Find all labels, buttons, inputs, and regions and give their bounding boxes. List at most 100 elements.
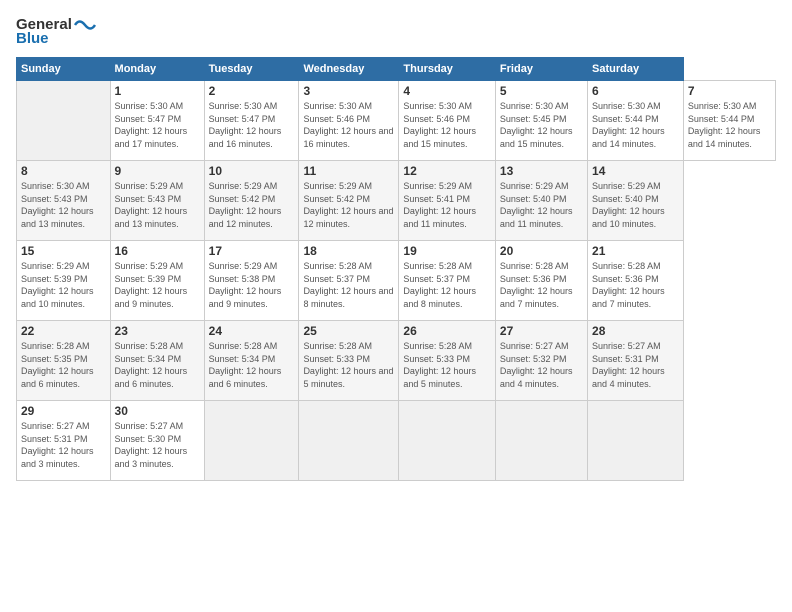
- table-cell: 1 Sunrise: 5:30 AMSunset: 5:47 PMDayligh…: [110, 81, 204, 161]
- table-cell: [588, 401, 684, 481]
- table-cell: 26 Sunrise: 5:28 AMSunset: 5:33 PMDaylig…: [399, 321, 496, 401]
- day-info: Sunrise: 5:29 AMSunset: 5:39 PMDaylight:…: [115, 261, 188, 309]
- col-thursday: Thursday: [399, 58, 496, 81]
- table-cell: [17, 81, 111, 161]
- col-saturday: Saturday: [588, 58, 684, 81]
- day-info: Sunrise: 5:28 AMSunset: 5:33 PMDaylight:…: [403, 341, 476, 389]
- day-info: Sunrise: 5:28 AMSunset: 5:36 PMDaylight:…: [592, 261, 665, 309]
- table-cell: 2 Sunrise: 5:30 AMSunset: 5:47 PMDayligh…: [204, 81, 299, 161]
- table-cell: 10 Sunrise: 5:29 AMSunset: 5:42 PMDaylig…: [204, 161, 299, 241]
- table-cell: [399, 401, 496, 481]
- day-info: Sunrise: 5:28 AMSunset: 5:37 PMDaylight:…: [403, 261, 476, 309]
- table-cell: 12 Sunrise: 5:29 AMSunset: 5:41 PMDaylig…: [399, 161, 496, 241]
- day-info: Sunrise: 5:30 AMSunset: 5:44 PMDaylight:…: [592, 101, 665, 149]
- day-number: 10: [209, 164, 295, 178]
- day-number: 8: [21, 164, 106, 178]
- day-number: 3: [303, 84, 394, 98]
- day-number: 6: [592, 84, 679, 98]
- day-number: 29: [21, 404, 106, 418]
- col-monday: Monday: [110, 58, 204, 81]
- day-info: Sunrise: 5:30 AMSunset: 5:47 PMDaylight:…: [115, 101, 188, 149]
- table-cell: 29 Sunrise: 5:27 AMSunset: 5:31 PMDaylig…: [17, 401, 111, 481]
- day-info: Sunrise: 5:29 AMSunset: 5:40 PMDaylight:…: [592, 181, 665, 229]
- day-number: 27: [500, 324, 583, 338]
- day-number: 7: [688, 84, 771, 98]
- day-info: Sunrise: 5:29 AMSunset: 5:40 PMDaylight:…: [500, 181, 573, 229]
- day-info: Sunrise: 5:30 AMSunset: 5:44 PMDaylight:…: [688, 101, 761, 149]
- day-info: Sunrise: 5:30 AMSunset: 5:46 PMDaylight:…: [303, 101, 393, 149]
- day-info: Sunrise: 5:28 AMSunset: 5:37 PMDaylight:…: [303, 261, 393, 309]
- day-number: 4: [403, 84, 491, 98]
- table-cell: 18 Sunrise: 5:28 AMSunset: 5:37 PMDaylig…: [299, 241, 399, 321]
- day-info: Sunrise: 5:29 AMSunset: 5:42 PMDaylight:…: [303, 181, 393, 229]
- day-number: 19: [403, 244, 491, 258]
- day-info: Sunrise: 5:30 AMSunset: 5:46 PMDaylight:…: [403, 101, 476, 149]
- col-wednesday: Wednesday: [299, 58, 399, 81]
- day-info: Sunrise: 5:29 AMSunset: 5:43 PMDaylight:…: [115, 181, 188, 229]
- table-cell: 22 Sunrise: 5:28 AMSunset: 5:35 PMDaylig…: [17, 321, 111, 401]
- calendar-table: Sunday Monday Tuesday Wednesday Thursday…: [16, 57, 776, 481]
- table-cell: 30 Sunrise: 5:27 AMSunset: 5:30 PMDaylig…: [110, 401, 204, 481]
- day-number: 12: [403, 164, 491, 178]
- day-number: 22: [21, 324, 106, 338]
- table-cell: 21 Sunrise: 5:28 AMSunset: 5:36 PMDaylig…: [588, 241, 684, 321]
- table-cell: 14 Sunrise: 5:29 AMSunset: 5:40 PMDaylig…: [588, 161, 684, 241]
- day-info: Sunrise: 5:29 AMSunset: 5:42 PMDaylight:…: [209, 181, 282, 229]
- day-number: 18: [303, 244, 394, 258]
- table-cell: 4 Sunrise: 5:30 AMSunset: 5:46 PMDayligh…: [399, 81, 496, 161]
- day-number: 30: [115, 404, 200, 418]
- table-cell: [299, 401, 399, 481]
- logo: General Blue: [16, 16, 96, 47]
- day-info: Sunrise: 5:29 AMSunset: 5:38 PMDaylight:…: [209, 261, 282, 309]
- day-info: Sunrise: 5:27 AMSunset: 5:30 PMDaylight:…: [115, 421, 188, 469]
- table-cell: 6 Sunrise: 5:30 AMSunset: 5:44 PMDayligh…: [588, 81, 684, 161]
- table-cell: 3 Sunrise: 5:30 AMSunset: 5:46 PMDayligh…: [299, 81, 399, 161]
- day-number: 15: [21, 244, 106, 258]
- day-info: Sunrise: 5:29 AMSunset: 5:39 PMDaylight:…: [21, 261, 94, 309]
- table-cell: 9 Sunrise: 5:29 AMSunset: 5:43 PMDayligh…: [110, 161, 204, 241]
- table-cell: 13 Sunrise: 5:29 AMSunset: 5:40 PMDaylig…: [495, 161, 587, 241]
- table-cell: [204, 401, 299, 481]
- table-cell: 25 Sunrise: 5:28 AMSunset: 5:33 PMDaylig…: [299, 321, 399, 401]
- col-friday: Friday: [495, 58, 587, 81]
- day-info: Sunrise: 5:27 AMSunset: 5:31 PMDaylight:…: [592, 341, 665, 389]
- table-cell: 15 Sunrise: 5:29 AMSunset: 5:39 PMDaylig…: [17, 241, 111, 321]
- day-number: 1: [115, 84, 200, 98]
- day-info: Sunrise: 5:28 AMSunset: 5:35 PMDaylight:…: [21, 341, 94, 389]
- day-number: 28: [592, 324, 679, 338]
- table-cell: 16 Sunrise: 5:29 AMSunset: 5:39 PMDaylig…: [110, 241, 204, 321]
- day-info: Sunrise: 5:30 AMSunset: 5:43 PMDaylight:…: [21, 181, 94, 229]
- col-sunday: Sunday: [17, 58, 111, 81]
- day-info: Sunrise: 5:28 AMSunset: 5:33 PMDaylight:…: [303, 341, 393, 389]
- day-number: 23: [115, 324, 200, 338]
- day-info: Sunrise: 5:28 AMSunset: 5:36 PMDaylight:…: [500, 261, 573, 309]
- table-cell: 28 Sunrise: 5:27 AMSunset: 5:31 PMDaylig…: [588, 321, 684, 401]
- table-cell: 8 Sunrise: 5:30 AMSunset: 5:43 PMDayligh…: [17, 161, 111, 241]
- day-number: 24: [209, 324, 295, 338]
- table-cell: 20 Sunrise: 5:28 AMSunset: 5:36 PMDaylig…: [495, 241, 587, 321]
- day-number: 20: [500, 244, 583, 258]
- day-number: 11: [303, 164, 394, 178]
- day-info: Sunrise: 5:29 AMSunset: 5:41 PMDaylight:…: [403, 181, 476, 229]
- table-cell: 23 Sunrise: 5:28 AMSunset: 5:34 PMDaylig…: [110, 321, 204, 401]
- header: General Blue: [16, 16, 776, 47]
- table-cell: 24 Sunrise: 5:28 AMSunset: 5:34 PMDaylig…: [204, 321, 299, 401]
- day-info: Sunrise: 5:28 AMSunset: 5:34 PMDaylight:…: [209, 341, 282, 389]
- table-cell: 19 Sunrise: 5:28 AMSunset: 5:37 PMDaylig…: [399, 241, 496, 321]
- col-tuesday: Tuesday: [204, 58, 299, 81]
- logo-wave-icon: [74, 17, 96, 33]
- day-number: 13: [500, 164, 583, 178]
- day-number: 5: [500, 84, 583, 98]
- day-info: Sunrise: 5:28 AMSunset: 5:34 PMDaylight:…: [115, 341, 188, 389]
- day-info: Sunrise: 5:27 AMSunset: 5:31 PMDaylight:…: [21, 421, 94, 469]
- table-cell: 7 Sunrise: 5:30 AMSunset: 5:44 PMDayligh…: [683, 81, 775, 161]
- table-cell: [495, 401, 587, 481]
- day-number: 9: [115, 164, 200, 178]
- day-info: Sunrise: 5:27 AMSunset: 5:32 PMDaylight:…: [500, 341, 573, 389]
- table-cell: 11 Sunrise: 5:29 AMSunset: 5:42 PMDaylig…: [299, 161, 399, 241]
- day-number: 21: [592, 244, 679, 258]
- day-number: 16: [115, 244, 200, 258]
- day-number: 14: [592, 164, 679, 178]
- day-number: 26: [403, 324, 491, 338]
- day-number: 17: [209, 244, 295, 258]
